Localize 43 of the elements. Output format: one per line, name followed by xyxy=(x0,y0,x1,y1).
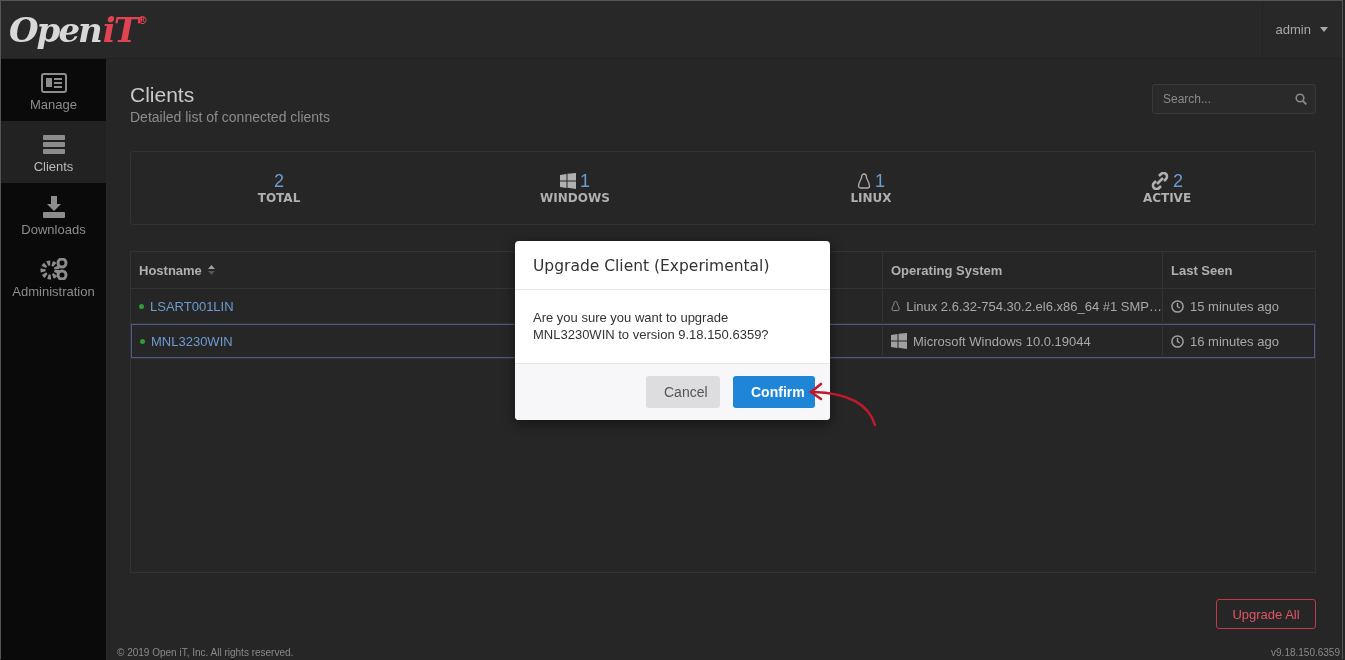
newspaper-icon xyxy=(40,72,67,93)
sidebar-item[interactable]: Manage xyxy=(1,59,106,121)
column-header[interactable]: Operating System xyxy=(891,262,1003,278)
page-title: Clients xyxy=(130,82,196,108)
column-header[interactable]: Last Seen xyxy=(1171,262,1233,278)
sort-icon xyxy=(207,265,215,275)
table-cell: 16 minutes ago xyxy=(1190,333,1279,349)
windows-icon xyxy=(560,173,576,189)
stat-count: 1 xyxy=(580,170,590,192)
stat-count: 1 xyxy=(875,170,885,192)
windows-icon xyxy=(891,333,907,349)
search-icon xyxy=(1295,93,1307,105)
user-menu[interactable]: admin xyxy=(1261,0,1342,59)
confirm-button[interactable]: Confirm xyxy=(733,376,815,408)
stat-label: WINDOWS xyxy=(540,191,610,205)
table-cell: Microsoft Windows 10.0.19044 xyxy=(913,333,1091,349)
page-subtitle: Detailed list of connected clients xyxy=(130,109,330,125)
caret-icon xyxy=(1320,27,1328,32)
hostname-link[interactable]: LSART001LIN xyxy=(150,298,234,314)
upgrade-all-button[interactable]: Upgrade All xyxy=(1216,599,1316,629)
link-icon xyxy=(1151,172,1169,190)
table-cell: Linux 2.6.32-754.30.2.el6.x86_64 #1 SMP… xyxy=(906,298,1162,314)
stat-label: ACTIVE xyxy=(1142,191,1192,205)
sidebar-item[interactable]: Downloads xyxy=(1,183,106,245)
version-text: v9.18.150.6359 xyxy=(1271,647,1340,658)
server-icon xyxy=(42,134,65,155)
table-cell: 15 minutes ago xyxy=(1190,298,1279,314)
hostname-link[interactable]: MNL3230WIN xyxy=(151,333,233,349)
sidebar-item[interactable]: Clients xyxy=(1,121,106,183)
stat-label: LINUX xyxy=(850,191,892,205)
search-field[interactable]: Search... xyxy=(1152,84,1316,114)
cancel-button[interactable]: Cancel xyxy=(646,376,720,408)
clock-icon xyxy=(1171,299,1184,313)
gears-icon xyxy=(39,257,68,280)
stat-count: 2 xyxy=(1173,170,1183,192)
dialog-title: Upgrade Client (Experimental) xyxy=(515,241,830,290)
column-header[interactable]: Hostname xyxy=(139,262,202,278)
download-icon xyxy=(42,195,65,218)
stat-label: TOTAL xyxy=(257,191,301,205)
copyright-text: © 2019 Open iT, Inc. All rights reserved. xyxy=(117,647,294,658)
clock-icon xyxy=(1171,334,1184,348)
stat-count: 2 xyxy=(274,170,284,192)
sidebar-item[interactable]: Administration xyxy=(1,245,106,307)
